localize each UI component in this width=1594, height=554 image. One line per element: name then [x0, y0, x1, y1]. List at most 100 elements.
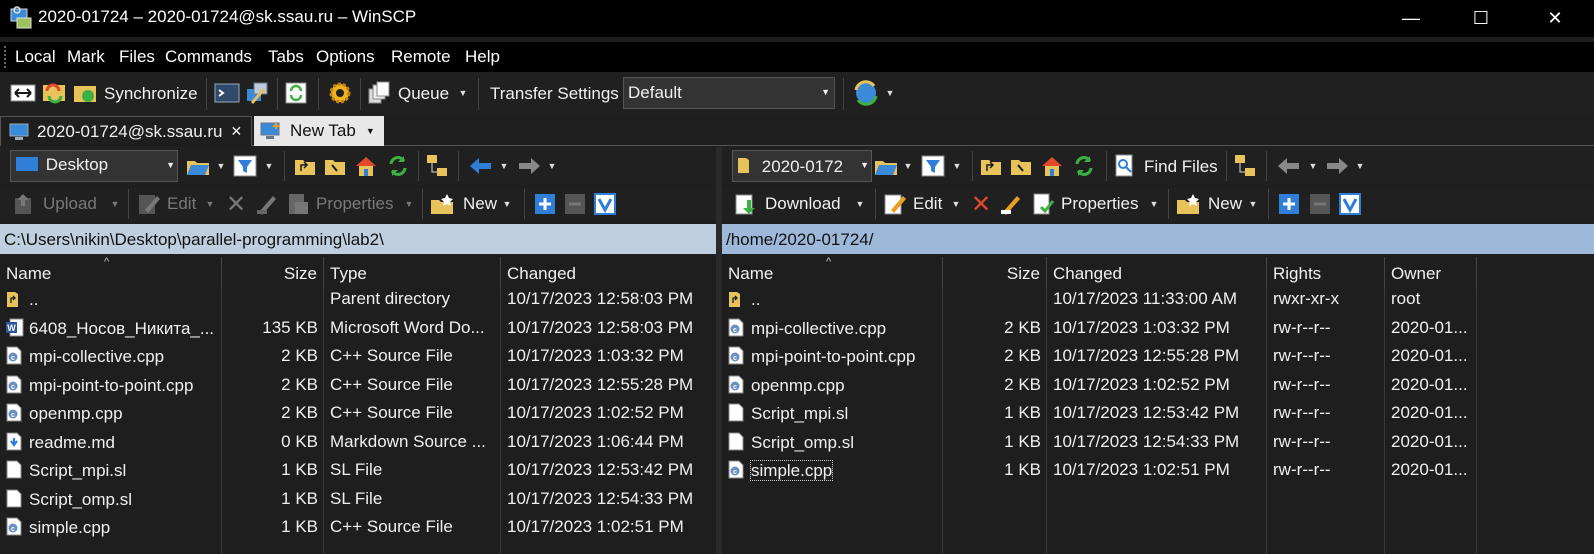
back-arrow-icon[interactable] [466, 155, 494, 177]
refresh-icon[interactable] [384, 152, 412, 180]
new-button[interactable]: New [463, 194, 497, 214]
table-row[interactable]: c openmp.cpp 2 KB C++ Source File 10/17/2023… [0, 399, 716, 428]
edit-dropdown-icon[interactable]: ▼ [203, 197, 217, 211]
open-folder-icon[interactable] [872, 153, 900, 179]
queue-icon[interactable] [366, 81, 392, 105]
upload-icon[interactable] [10, 191, 36, 217]
edit-icon[interactable] [882, 191, 908, 217]
refresh-session-icon[interactable] [284, 81, 308, 105]
forward-dropdown-icon[interactable]: ▼ [545, 159, 559, 173]
table-row[interactable]: c simple.cpp 1 KB 10/17/2023 1:02:51 PM rw-r… [722, 456, 1594, 485]
close-button[interactable]: ✕ [1532, 0, 1578, 37]
table-row[interactable]: .. Parent directory 10/17/2023 12:58:03 PM [0, 285, 716, 314]
upload-button[interactable]: Upload [43, 194, 97, 214]
transfer-settings-select[interactable]: Default ▼ [623, 77, 835, 109]
find-files-icon[interactable] [1112, 153, 1138, 179]
filter-dropdown-icon[interactable]: ▼ [262, 159, 276, 173]
new-folder-icon[interactable] [1174, 191, 1202, 217]
download-button[interactable]: Download [765, 194, 841, 214]
table-row[interactable]: c simple.cpp 1 KB C++ Source File 10/17/2023… [0, 513, 716, 542]
forward-dropdown-icon[interactable]: ▼ [1353, 159, 1367, 173]
back-dropdown-icon[interactable]: ▼ [497, 159, 511, 173]
delete-x-icon[interactable]: ✕ [224, 191, 248, 218]
back-arrow-icon[interactable] [1274, 155, 1302, 177]
parent-directory-icon[interactable] [978, 153, 1004, 179]
remote-path-bar[interactable]: /home/2020-01724/ [722, 224, 1594, 254]
download-icon[interactable] [732, 191, 758, 217]
menu-mark[interactable]: Mark [67, 47, 105, 67]
filter-dropdown-icon[interactable]: ▼ [950, 159, 964, 173]
tree-view-icon[interactable] [1232, 152, 1258, 180]
table-row[interactable]: .. 10/17/2023 11:33:00 AM rwxr-xr-x root [722, 285, 1594, 314]
select-all-plus-icon[interactable] [1277, 192, 1301, 216]
rename-icon[interactable] [254, 191, 280, 217]
home-directory-icon[interactable] [352, 152, 380, 180]
table-row[interactable]: Script_mpi.sl 1 KB 10/17/2023 12:53:42 PM r… [722, 399, 1594, 428]
synchronize-icon[interactable] [72, 81, 98, 105]
table-row[interactable]: c openmp.cpp 2 KB 10/17/2023 1:02:52 PM rw-r… [722, 371, 1594, 400]
open-folder-icon[interactable] [184, 153, 212, 179]
forward-arrow-icon[interactable] [516, 155, 544, 177]
unselect-minus-icon[interactable] [1308, 192, 1332, 216]
open-terminal-icon[interactable] [214, 81, 240, 105]
edit-dropdown-icon[interactable]: ▼ [949, 197, 963, 211]
minimize-button[interactable]: — [1388, 0, 1434, 37]
table-row[interactable]: Script_omp.sl 1 KB SL File 10/17/2023 12:54… [0, 485, 716, 514]
menu-options[interactable]: Options [316, 47, 375, 67]
tree-view-icon[interactable] [424, 152, 450, 180]
menu-remote[interactable]: Remote [391, 47, 451, 67]
invert-selection-icon[interactable] [593, 192, 617, 216]
compare-directories-icon[interactable] [10, 81, 36, 105]
upload-dropdown-icon[interactable]: ▼ [108, 197, 122, 211]
edit-button[interactable]: Edit [913, 194, 942, 214]
sync-dropdown-icon[interactable]: ▼ [883, 86, 897, 100]
unselect-minus-icon[interactable] [563, 192, 587, 216]
new-dropdown-icon[interactable]: ▼ [500, 197, 514, 211]
menu-local[interactable]: Local [15, 47, 56, 67]
table-row[interactable]: c mpi-collective.cpp 2 KB 10/17/2023 1:03:3… [722, 314, 1594, 343]
table-row[interactable]: c mpi-point-to-point.cpp 2 KB 10/17/2023 12… [722, 342, 1594, 371]
table-row[interactable]: c mpi-point-to-point.cpp 2 KB C++ Source Fi… [0, 371, 716, 400]
invert-selection-icon[interactable] [1338, 192, 1362, 216]
refresh-icon[interactable] [1070, 152, 1098, 180]
new-tab-dropdown-icon[interactable]: ▼ [366, 126, 375, 136]
properties-dropdown-icon[interactable]: ▼ [1147, 197, 1161, 211]
putty-icon[interactable] [244, 81, 270, 105]
rename-icon[interactable] [998, 191, 1024, 217]
tab-close-icon[interactable]: ✕ [230, 123, 242, 140]
table-row[interactable]: Script_mpi.sl 1 KB SL File 10/17/2023 12:53… [0, 456, 716, 485]
forward-arrow-icon[interactable] [1324, 155, 1352, 177]
properties-button[interactable]: Properties [1061, 194, 1138, 214]
synchronize-browsing-icon[interactable] [41, 81, 67, 105]
edit-button[interactable]: Edit [167, 194, 196, 214]
properties-button[interactable]: Properties [316, 194, 393, 214]
new-folder-icon[interactable] [428, 191, 456, 217]
parent-directory-icon[interactable] [292, 153, 318, 179]
home-directory-icon[interactable] [1038, 152, 1066, 180]
tab-new-tab[interactable]: New Tab ▼ [254, 116, 384, 146]
menu-commands[interactable]: Commands [165, 47, 252, 67]
queue-dropdown-icon[interactable]: ▼ [456, 86, 470, 100]
table-row[interactable]: W 6408_Носов_Никита_... 135 KB Microsoft Wo… [0, 314, 716, 343]
tab-session[interactable]: 2020-01724@sk.ssau.ru ✕ [0, 116, 252, 146]
properties-icon[interactable] [285, 191, 311, 217]
menu-tabs[interactable]: Tabs [268, 47, 304, 67]
queue-label[interactable]: Queue [398, 84, 449, 104]
new-dropdown-icon[interactable]: ▼ [1246, 197, 1260, 211]
table-row[interactable]: c mpi-collective.cpp 2 KB C++ Source File 10… [0, 342, 716, 371]
filter-icon[interactable] [920, 153, 946, 179]
sync-globe-icon[interactable] [852, 80, 880, 106]
properties-icon[interactable] [1030, 191, 1056, 217]
table-row[interactable]: readme.md 0 KB Markdown Source ... 10/17/20… [0, 428, 716, 457]
menu-files[interactable]: Files [119, 47, 155, 67]
new-button[interactable]: New [1208, 194, 1242, 214]
local-drive-select[interactable]: Desktop ▼ [10, 150, 178, 182]
table-row[interactable]: Script_omp.sl 1 KB 10/17/2023 12:54:33 PM r… [722, 428, 1594, 457]
filter-icon[interactable] [232, 153, 258, 179]
open-dropdown-icon[interactable]: ▼ [901, 159, 915, 173]
menu-help[interactable]: Help [465, 47, 500, 67]
back-dropdown-icon[interactable]: ▼ [1306, 159, 1320, 173]
local-path-bar[interactable]: C:\Users\nikin\Desktop\parallel-programm… [0, 224, 716, 254]
find-files-button[interactable]: Find Files [1144, 157, 1218, 177]
properties-dropdown-icon[interactable]: ▼ [402, 197, 416, 211]
